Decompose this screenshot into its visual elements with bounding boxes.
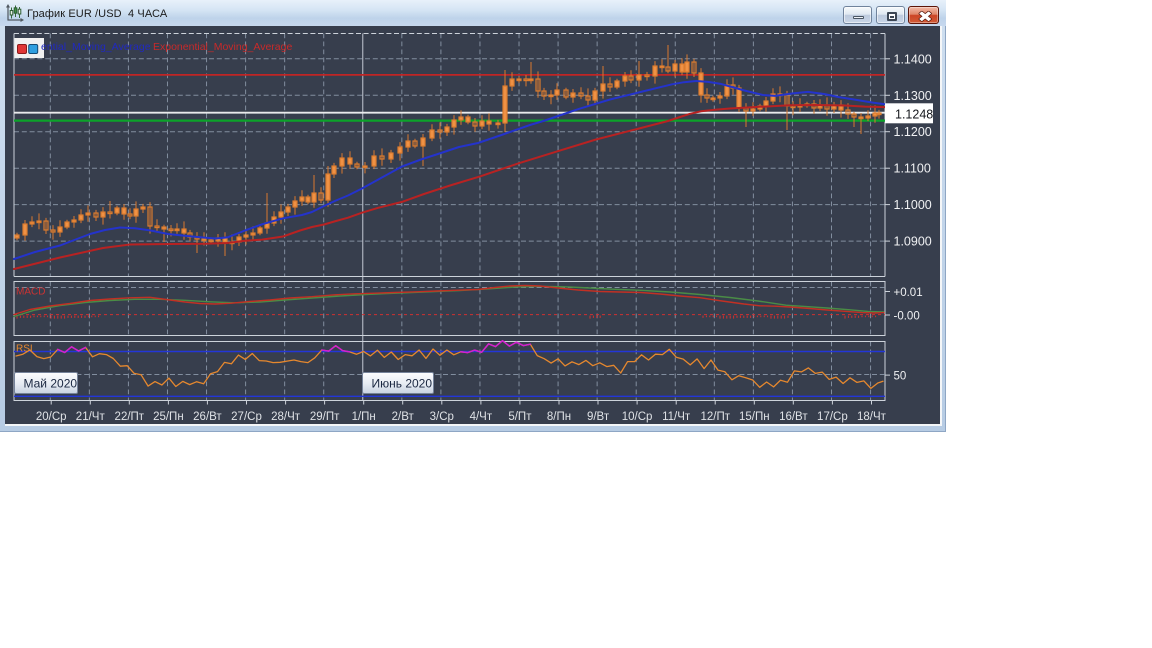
svg-text:27/Ср: 27/Ср	[231, 411, 262, 423]
svg-text:15/Пн: 15/Пн	[739, 411, 770, 423]
svg-text:Июнь 2020: Июнь 2020	[372, 377, 433, 391]
svg-text:1.1000: 1.1000	[894, 198, 932, 212]
svg-text:3/Ср: 3/Ср	[430, 411, 454, 423]
svg-text:1/Пн: 1/Пн	[352, 411, 376, 423]
svg-text:ential_Moving_Average: ential_Moving_Average	[41, 41, 151, 53]
svg-text:12/Пт: 12/Пт	[700, 411, 730, 423]
svg-text:25/Пн: 25/Пн	[153, 411, 184, 423]
svg-text:50: 50	[894, 371, 907, 383]
svg-text:1.1400: 1.1400	[894, 52, 932, 66]
svg-text:1.1200: 1.1200	[894, 125, 932, 139]
svg-text:10/Ср: 10/Ср	[622, 411, 653, 423]
svg-text:8/Пн: 8/Пн	[547, 411, 571, 423]
svg-text:MACD: MACD	[16, 287, 45, 298]
svg-text:4/Чт: 4/Чт	[470, 411, 493, 423]
svg-text:1.1100: 1.1100	[894, 162, 931, 176]
svg-text:1.0900: 1.0900	[894, 235, 932, 249]
svg-text:18/Чт: 18/Чт	[857, 411, 887, 423]
svg-text:2/Вт: 2/Вт	[392, 411, 415, 423]
svg-text:20/Ср: 20/Ср	[36, 411, 67, 423]
svg-text:Май 2020: Май 2020	[24, 377, 78, 391]
svg-text:1.1248: 1.1248	[895, 107, 933, 121]
svg-text:26/Вт: 26/Вт	[193, 411, 222, 423]
svg-text:RSI: RSI	[16, 344, 33, 355]
svg-text:28/Чт: 28/Чт	[271, 411, 301, 423]
svg-text:17/Ср: 17/Ср	[817, 411, 848, 423]
svg-text:9/Вт: 9/Вт	[587, 411, 610, 423]
svg-text:-0.00: -0.00	[894, 311, 920, 323]
svg-text:21/Чт: 21/Чт	[76, 411, 106, 423]
svg-text:11/Чт: 11/Чт	[662, 411, 691, 423]
svg-text:22/Пт: 22/Пт	[115, 411, 145, 423]
svg-text:29/Пт: 29/Пт	[310, 411, 340, 423]
svg-text:+0.01: +0.01	[894, 287, 923, 299]
svg-text:16/Вт: 16/Вт	[779, 411, 808, 423]
svg-text:Exponential_Moving_Average: Exponential_Moving_Average	[153, 41, 292, 53]
svg-text:5/Пт: 5/Пт	[508, 411, 532, 423]
svg-text:1.1300: 1.1300	[894, 89, 932, 103]
